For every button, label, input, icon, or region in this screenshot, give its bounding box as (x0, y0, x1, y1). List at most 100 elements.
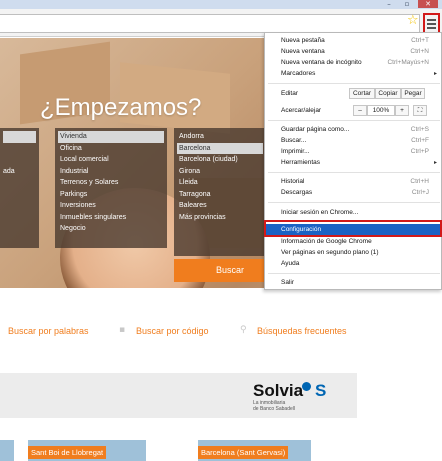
menu-item-label: Buscar... (281, 137, 307, 144)
submenu-arrow-icon: ▸ (433, 70, 437, 77)
property-type-item[interactable]: Local comercial (58, 154, 164, 166)
menu-item-history[interactable]: Historial Ctrl+H (265, 176, 441, 187)
menu-item-about[interactable]: Información de Google Chrome (265, 236, 441, 247)
menu-item-help[interactable]: Ayuda (265, 258, 441, 269)
frequent-searches-link[interactable]: Búsquedas frecuentes (257, 326, 347, 336)
menu-item-incognito[interactable]: Nueva ventana de incógnito Ctrl+Mayús+N (265, 57, 441, 68)
menu-item-exit[interactable]: Salir (265, 277, 441, 288)
menu-item-label: Ver páginas en segundo plano (1) (281, 249, 379, 256)
paste-button[interactable]: Pegar (401, 88, 425, 99)
property-card-location: Sant Boi de Llobregat (28, 446, 107, 459)
property-type-list: Vivienda Oficina Local comercial Industr… (55, 128, 167, 248)
property-type-item[interactable]: Terrenos y Solares (58, 177, 164, 189)
copy-button[interactable]: Copiar (375, 88, 401, 99)
menu-shortcut: Ctrl+S (410, 126, 429, 133)
property-type-item[interactable]: Oficina (58, 143, 164, 155)
window-titlebar: – ▫ ✕ (0, 0, 442, 9)
menu-item-label: Marcadores (281, 70, 316, 77)
solvia-tagline: La inmobiliaria de Banco Sabadell (253, 400, 295, 412)
chat-icon: ▪ (119, 325, 126, 335)
operation-list: ada (0, 128, 39, 248)
menu-separator (268, 120, 440, 121)
menu-item-label: Descargas (281, 189, 313, 196)
menu-item-label: Editar (281, 90, 298, 97)
minimize-button[interactable]: – (382, 0, 396, 8)
menu-shortcut: Ctrl+N (410, 48, 429, 55)
chrome-main-menu: Nueva pestaña Ctrl+T Nueva ventana Ctrl+… (264, 32, 442, 290)
close-window-button[interactable]: ✕ (418, 0, 438, 8)
province-item[interactable]: Más provincias (177, 212, 263, 224)
province-item[interactable]: Barcelona (ciudad) (177, 154, 263, 166)
property-type-item[interactable]: Inmuebles singulares (58, 212, 164, 224)
menu-shortcut: Ctrl+Mayús+N (387, 59, 429, 66)
search-by-code-link[interactable]: Buscar por código (136, 326, 209, 336)
menu-shortcut: Ctrl+J (411, 189, 429, 196)
menu-item-downloads[interactable]: Descargas Ctrl+J (265, 187, 441, 198)
menu-item-edit: Editar Cortar Copiar Pegar (265, 88, 441, 99)
property-type-item[interactable]: Negocio (58, 223, 164, 235)
property-type-item[interactable]: Vivienda (58, 131, 164, 143)
property-card[interactable]: Sant Boi de Llobregat (28, 440, 146, 461)
search-links-bar: Buscar por palabras ▪ Buscar por código … (0, 322, 442, 342)
menu-separator (268, 172, 440, 173)
zoom-level: 100% (367, 105, 395, 116)
menu-item-label: Herramientas (281, 159, 321, 166)
menu-shortcut: Ctrl+F (411, 137, 429, 144)
property-card[interactable]: Barcelona (Sant Gervasi) (198, 440, 311, 461)
maximize-button[interactable]: ▫ (400, 0, 414, 8)
province-item[interactable]: Baleares (177, 200, 263, 212)
menu-item-find[interactable]: Buscar... Ctrl+F (265, 135, 441, 146)
solvia-logo-dot (302, 382, 311, 391)
province-item[interactable]: Girona (177, 166, 263, 178)
province-item[interactable]: Lleida (177, 177, 263, 189)
hamburger-icon-line (427, 19, 436, 21)
province-item[interactable]: Barcelona (177, 142, 263, 154)
property-type-item[interactable]: Parkings (58, 189, 164, 201)
menu-item-background-pages[interactable]: Ver páginas en segundo plano (1) (265, 247, 441, 258)
property-type-item[interactable]: Industrial (58, 166, 164, 178)
property-type-item[interactable]: Inversiones (58, 200, 164, 212)
magnifier-icon: ⚲ (240, 325, 247, 335)
menu-item-new-window[interactable]: Nueva ventana Ctrl+N (265, 46, 441, 57)
menu-item-tools[interactable]: Herramientas ▸ (265, 157, 441, 168)
menu-item-label: Nueva pestaña (281, 37, 325, 44)
submenu-arrow-icon: ▸ (433, 159, 437, 166)
menu-shortcut: Ctrl+H (410, 178, 429, 185)
property-card[interactable] (0, 440, 14, 461)
menu-item-zoom: Acercar/alejar – 100% + ⛶ (265, 105, 441, 116)
menu-item-label: Acercar/alejar (281, 107, 322, 114)
menu-item-label: Iniciar sesión en Chrome... (281, 209, 359, 216)
tagline-line: de Banco Sabadell (253, 405, 295, 412)
menu-separator (268, 83, 440, 84)
zoom-in-button[interactable]: + (395, 105, 409, 116)
search-button[interactable]: Buscar (174, 259, 266, 282)
hamburger-icon-line (427, 23, 436, 25)
hamburger-icon-line (427, 27, 436, 29)
province-item[interactable]: Andorra (177, 131, 263, 143)
menu-item-label: Información de Google Chrome (281, 238, 372, 245)
bookmark-star-icon[interactable]: ☆ (407, 13, 419, 28)
settings-annotation-box (264, 220, 442, 237)
menu-item-label: Nueva ventana de incógnito (281, 59, 362, 66)
menu-item-print[interactable]: Imprimir... Ctrl+P (265, 146, 441, 157)
solvia-banner[interactable]: Solvia S La inmobiliaria de Banco Sabade… (0, 373, 357, 418)
menu-item-sign-in[interactable]: Iniciar sesión en Chrome... (265, 207, 441, 218)
menu-item-label: Guardar página como... (281, 126, 350, 133)
hero-title: ¿Empezamos? (40, 94, 202, 121)
menu-separator (268, 202, 440, 203)
menu-item-new-tab[interactable]: Nueva pestaña Ctrl+T (265, 35, 441, 46)
cut-button[interactable]: Cortar (349, 88, 375, 99)
menu-item-label: Nueva ventana (281, 48, 325, 55)
menu-item-bookmarks[interactable]: Marcadores ▸ (265, 68, 441, 79)
operation-item[interactable] (3, 131, 36, 143)
fullscreen-icon[interactable]: ⛶ (413, 105, 427, 116)
address-bar[interactable] (0, 14, 420, 33)
operation-item[interactable]: ada (3, 166, 36, 178)
zoom-out-button[interactable]: – (353, 105, 367, 116)
solvia-wordmark: Solvia (253, 381, 304, 400)
menu-item-label: Historial (281, 178, 305, 185)
province-item[interactable]: Tarragona (177, 189, 263, 201)
menu-shortcut: Ctrl+P (410, 148, 429, 155)
search-by-words-link[interactable]: Buscar por palabras (8, 326, 89, 336)
menu-item-save-page[interactable]: Guardar página como... Ctrl+S (265, 124, 441, 135)
